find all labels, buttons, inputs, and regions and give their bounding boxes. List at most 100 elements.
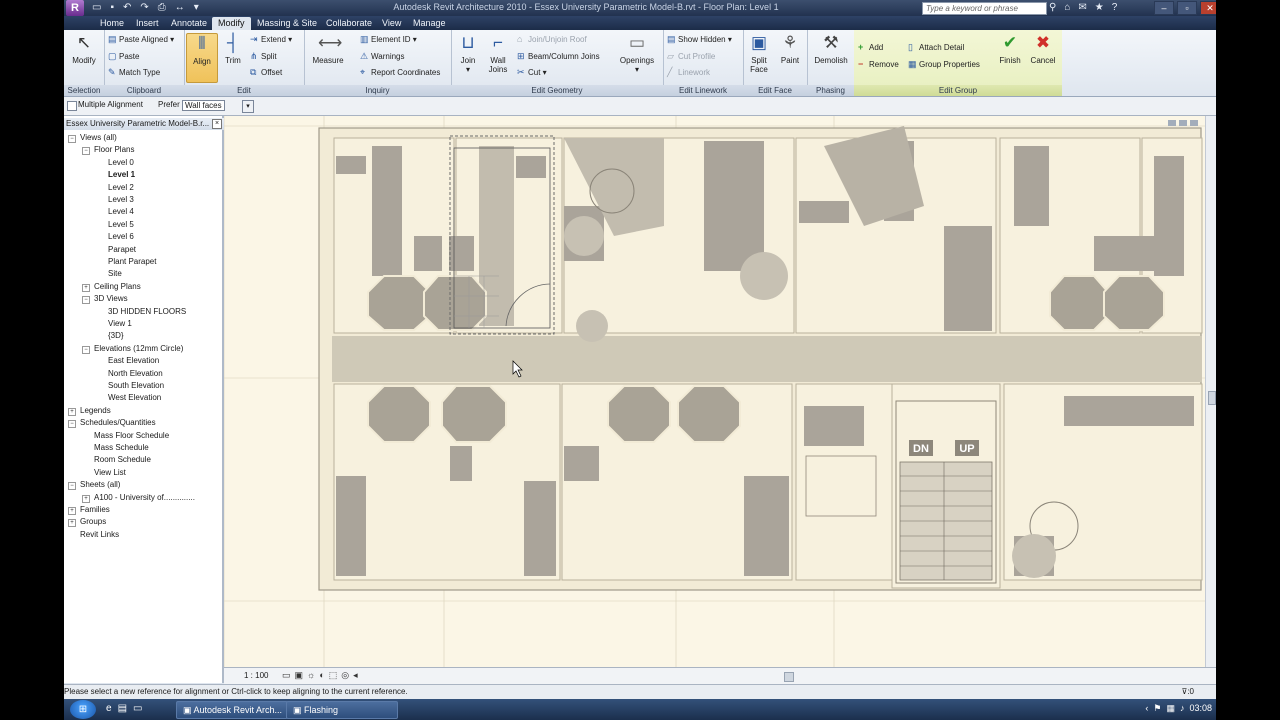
binoculars-icon[interactable]: ⚲ [1049, 2, 1056, 13]
tree-expander-icon[interactable]: − [68, 420, 76, 429]
cut-profile-button[interactable]: ▱ Cut Profile [667, 50, 715, 62]
tree-expander-icon[interactable]: − [68, 135, 76, 143]
reveal-hidden-icon[interactable]: ◂ [353, 670, 358, 681]
tree-expander-icon[interactable]: + [68, 519, 76, 528]
tree-expander-icon[interactable]: + [82, 494, 90, 503]
drawing-area[interactable]: DN UP [224, 116, 1216, 667]
help-search-input[interactable]: Type a keyword or phrase [922, 2, 1047, 15]
crop-view-icon[interactable]: ⬚ [329, 670, 338, 681]
print-icon[interactable]: ⎙ [158, 2, 166, 13]
tree-item[interactable]: View 1 [108, 318, 132, 330]
tab-massing-site[interactable]: Massing & Site [251, 17, 323, 30]
internet-explorer-icon[interactable]: e [106, 703, 112, 714]
element-id-button[interactable]: ▥ Element ID ▾ [360, 33, 417, 45]
trim-button[interactable]: ┤ Trim [219, 33, 247, 65]
tree-item[interactable]: Level 4 [108, 206, 134, 218]
paint-button[interactable]: ⚘ Paint [775, 33, 805, 65]
project-browser-close-icon[interactable]: × [212, 119, 222, 129]
show-hidden-button[interactable]: ▤ Show Hidden ▾ [667, 33, 732, 45]
horizontal-scroll-thumb[interactable] [784, 672, 794, 682]
vertical-scroll-thumb[interactable] [1208, 391, 1216, 405]
tray-arrow-icon[interactable]: ‹ [1145, 703, 1148, 714]
view-scale[interactable]: 1 : 100 [244, 671, 268, 680]
tree-item[interactable]: Mass Schedule [94, 442, 149, 454]
paste-button[interactable]: ▢ Paste [108, 50, 139, 62]
tree-item[interactable]: Schedules/Quantities [80, 417, 156, 429]
tab-modify[interactable]: Modify [212, 17, 251, 30]
subscription-icon[interactable]: ⌂ [1064, 2, 1070, 13]
paste-aligned-button[interactable]: ▤ Paste Aligned ▾ [108, 33, 174, 45]
tab-manage[interactable]: Manage [407, 17, 452, 30]
communication-icon[interactable]: ✉ [1078, 2, 1086, 13]
shadows-icon[interactable]: ◐ [319, 670, 324, 681]
tab-home[interactable]: Home [94, 17, 130, 30]
sun-path-icon[interactable]: ☼ [307, 670, 315, 681]
tray-volume-icon[interactable]: ♪ [1180, 703, 1185, 714]
tree-item[interactable]: Legends [80, 405, 111, 417]
tree-expander-icon[interactable]: − [68, 482, 76, 491]
remove-from-group-button[interactable]: − Remove [858, 58, 899, 70]
tab-collaborate[interactable]: Collaborate [320, 17, 378, 30]
temporary-hide-icon[interactable]: ◎ [341, 670, 349, 681]
match-type-button[interactable]: ✎ Match Type [108, 66, 160, 78]
align-button[interactable]: ⫴ Align [186, 33, 218, 83]
tab-annotate[interactable]: Annotate [165, 17, 213, 30]
tree-item[interactable]: 3D HIDDEN FLOORS [108, 306, 186, 318]
minimize-button[interactable]: – [1154, 1, 1174, 15]
tree-item[interactable]: Plant Parapet [108, 256, 156, 268]
tree-item[interactable]: Groups [80, 516, 106, 528]
split-face-button[interactable]: ▣ Split Face [743, 33, 775, 74]
favorites-icon[interactable]: ★ [1095, 2, 1104, 13]
split-button[interactable]: ⋔ Split [250, 50, 277, 62]
tree-item[interactable]: Mass Floor Schedule [94, 430, 169, 442]
tree-item[interactable]: Room Schedule [94, 454, 151, 466]
wall-joins-button[interactable]: ⌐ Wall Joins [483, 33, 513, 74]
tree-item[interactable]: Level 2 [108, 182, 134, 194]
group-properties-button[interactable]: ▦ Group Properties [908, 58, 980, 70]
measure-icon[interactable]: ↔ [175, 2, 185, 13]
tray-flag-icon[interactable]: ⚑ [1153, 703, 1161, 714]
tree-item[interactable]: Ceiling Plans [94, 281, 141, 293]
multiple-alignment-checkbox[interactable] [67, 101, 77, 111]
linework-button[interactable]: ╱ Linework [667, 66, 710, 78]
tree-item[interactable]: Level 6 [108, 231, 134, 243]
tree-item[interactable]: Level 1 [108, 169, 135, 181]
help-icon[interactable]: ? [1112, 2, 1118, 13]
tree-expander-icon[interactable]: + [82, 283, 90, 292]
cut-button[interactable]: ✂ Cut ▾ [517, 66, 547, 78]
start-button[interactable]: ⊞ [70, 700, 96, 719]
tree-expander-icon[interactable]: + [68, 407, 76, 416]
offset-button[interactable]: ⧉ Offset [250, 66, 282, 78]
openings-button[interactable]: ▭ Openings ▾ [617, 33, 657, 74]
undo-icon[interactable]: ↶ [123, 2, 131, 13]
tree-expander-icon[interactable]: − [82, 345, 90, 354]
qat-dropdown-icon[interactable]: ▾ [194, 2, 199, 13]
warnings-button[interactable]: ⚠ Warnings [360, 50, 405, 62]
tree-item[interactable]: Site [108, 268, 122, 280]
drawing-vertical-scrollbar[interactable] [1205, 116, 1216, 667]
tree-item[interactable]: 3D Views [94, 293, 128, 305]
tree-item[interactable]: South Elevation [108, 380, 164, 392]
attach-detail-button[interactable]: ▯ Attach Detail [908, 41, 964, 53]
tree-expander-icon[interactable]: − [82, 147, 90, 156]
tree-item[interactable]: East Elevation [108, 355, 159, 367]
tab-view[interactable]: View [376, 17, 407, 30]
cancel-button[interactable]: ✖ Cancel [1027, 33, 1059, 65]
show-desktop-icon[interactable]: ▭ [133, 703, 142, 714]
taskbar-flashing-task[interactable]: ▣ Flashing [286, 701, 398, 719]
demolish-button[interactable]: ⚒ Demolish [811, 33, 851, 65]
tree-item[interactable]: Views (all) [80, 132, 117, 144]
visual-style-icon[interactable]: ▣ [295, 670, 304, 681]
tray-clock[interactable]: 03:08 [1189, 703, 1212, 714]
modify-button[interactable]: ↖ Modify [68, 33, 100, 65]
tree-item[interactable]: Sheets (all) [80, 479, 120, 491]
tree-item[interactable]: Elevations (12mm Circle) [94, 343, 183, 355]
tree-item[interactable]: Families [80, 504, 110, 516]
report-coordinates-button[interactable]: ⌖ Report Coordinates [360, 66, 440, 78]
close-button[interactable]: ✕ [1200, 1, 1216, 15]
tree-item[interactable]: North Elevation [108, 368, 163, 380]
application-menu-button[interactable]: R [66, 0, 84, 16]
tree-item[interactable]: Parapet [108, 244, 136, 256]
prefer-dropdown-icon[interactable]: ▾ [242, 100, 254, 113]
tree-item[interactable]: Revit Links [80, 529, 119, 541]
